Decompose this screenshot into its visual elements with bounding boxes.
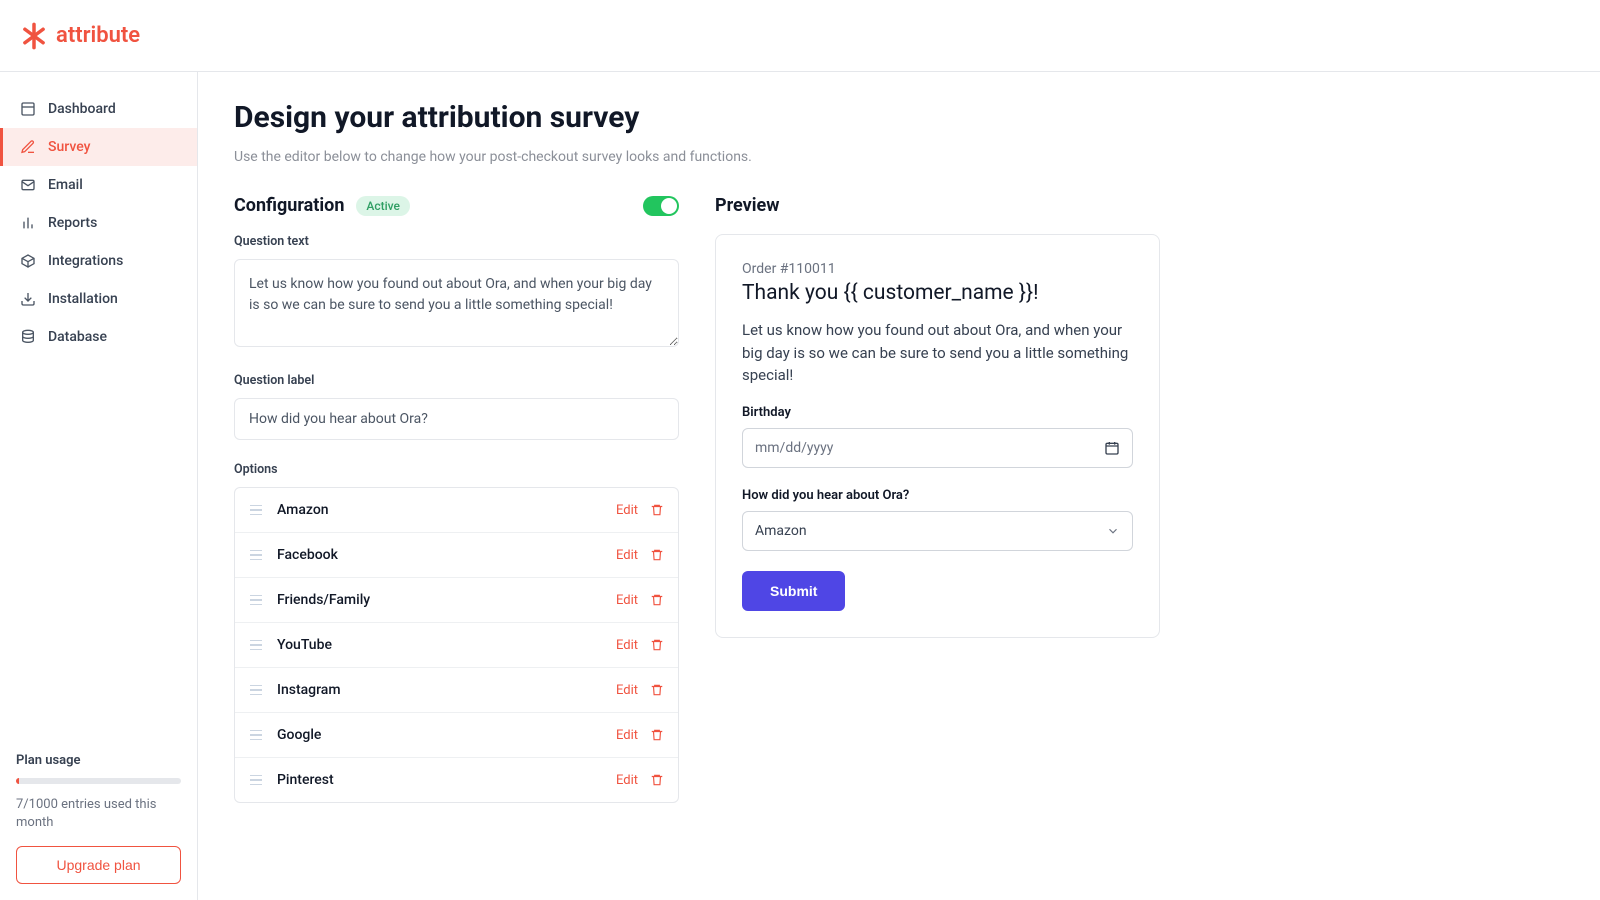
database-icon bbox=[20, 329, 36, 345]
submit-button[interactable]: Submit bbox=[742, 571, 845, 611]
status-badge: Active bbox=[356, 196, 410, 216]
plan-usage-title: Plan usage bbox=[16, 753, 181, 768]
sidebar-item-email[interactable]: Email bbox=[0, 166, 197, 204]
sidebar-item-label: Dashboard bbox=[48, 101, 116, 117]
sidebar-item-survey[interactable]: Survey bbox=[0, 128, 197, 166]
trash-icon[interactable] bbox=[650, 728, 664, 742]
order-number: Order #110011 bbox=[742, 261, 1133, 277]
option-row: GoogleEdit bbox=[235, 713, 678, 758]
page-title: Design your attribution survey bbox=[234, 100, 1564, 135]
thank-you-text: Thank you {{ customer_name }}! bbox=[742, 281, 1133, 305]
sidebar-item-installation[interactable]: Installation bbox=[0, 280, 197, 318]
sidebar-item-label: Installation bbox=[48, 291, 118, 307]
option-row: AmazonEdit bbox=[235, 488, 678, 533]
topbar: attribute bbox=[0, 0, 1600, 72]
edit-option-link[interactable]: Edit bbox=[616, 503, 638, 518]
sidebar-item-label: Email bbox=[48, 177, 83, 193]
option-name: Amazon bbox=[277, 502, 616, 518]
brand-logo[interactable]: attribute bbox=[20, 22, 140, 50]
option-row: FacebookEdit bbox=[235, 533, 678, 578]
option-name: Facebook bbox=[277, 547, 616, 563]
sidebar: Dashboard Survey Email Reports Integrati bbox=[0, 72, 198, 900]
select-value: Amazon bbox=[755, 523, 807, 539]
box-icon bbox=[20, 253, 36, 269]
birthday-label: Birthday bbox=[742, 405, 1133, 420]
nav: Dashboard Survey Email Reports Integrati bbox=[0, 90, 197, 737]
plan-usage: Plan usage 7/1000 entries used this mont… bbox=[0, 737, 197, 900]
option-name: Instagram bbox=[277, 682, 616, 698]
bar-chart-icon bbox=[20, 215, 36, 231]
upgrade-plan-button[interactable]: Upgrade plan bbox=[16, 846, 181, 884]
plan-usage-text: 7/1000 entries used this month bbox=[16, 796, 181, 832]
question-text-input[interactable] bbox=[234, 259, 679, 347]
trash-icon[interactable] bbox=[650, 638, 664, 652]
option-row: PinterestEdit bbox=[235, 758, 678, 802]
date-placeholder: mm/dd/yyyy bbox=[755, 440, 833, 456]
trash-icon[interactable] bbox=[650, 773, 664, 787]
drag-handle-icon[interactable] bbox=[249, 640, 263, 651]
drag-handle-icon[interactable] bbox=[249, 685, 263, 696]
question-text-label: Question text bbox=[234, 234, 679, 249]
edit-option-link[interactable]: Edit bbox=[616, 638, 638, 653]
preview-panel: Preview Order #110011 Thank you {{ custo… bbox=[715, 195, 1160, 638]
configuration-panel: Configuration Active Question text Quest… bbox=[234, 195, 679, 803]
chevron-down-icon bbox=[1106, 524, 1120, 538]
option-row: Friends/FamilyEdit bbox=[235, 578, 678, 623]
edit-icon bbox=[20, 139, 36, 155]
question-label-input[interactable] bbox=[234, 398, 679, 440]
edit-option-link[interactable]: Edit bbox=[616, 728, 638, 743]
download-icon bbox=[20, 291, 36, 307]
option-name: Friends/Family bbox=[277, 592, 616, 608]
mail-icon bbox=[20, 177, 36, 193]
option-row: InstagramEdit bbox=[235, 668, 678, 713]
option-name: YouTube bbox=[277, 637, 616, 653]
edit-option-link[interactable]: Edit bbox=[616, 683, 638, 698]
question-label-label: Question label bbox=[234, 373, 679, 388]
plan-usage-fill bbox=[16, 778, 19, 784]
brand-name: attribute bbox=[56, 23, 140, 48]
drag-handle-icon[interactable] bbox=[249, 775, 263, 786]
trash-icon[interactable] bbox=[650, 503, 664, 517]
option-name: Google bbox=[277, 727, 616, 743]
sidebar-item-database[interactable]: Database bbox=[0, 318, 197, 356]
configuration-heading: Configuration bbox=[234, 195, 344, 216]
asterisk-icon bbox=[20, 22, 48, 50]
options-label: Options bbox=[234, 462, 679, 477]
edit-option-link[interactable]: Edit bbox=[616, 773, 638, 788]
main: Design your attribution survey Use the e… bbox=[198, 72, 1600, 900]
drag-handle-icon[interactable] bbox=[249, 550, 263, 561]
trash-icon[interactable] bbox=[650, 683, 664, 697]
page-subtitle: Use the editor below to change how your … bbox=[234, 149, 1564, 165]
sidebar-item-label: Reports bbox=[48, 215, 97, 231]
drag-handle-icon[interactable] bbox=[249, 505, 263, 516]
edit-option-link[interactable]: Edit bbox=[616, 548, 638, 563]
sidebar-item-label: Survey bbox=[48, 139, 90, 155]
drag-handle-icon[interactable] bbox=[249, 595, 263, 606]
attribution-select[interactable]: Amazon bbox=[742, 511, 1133, 551]
preview-heading: Preview bbox=[715, 195, 1160, 216]
sidebar-item-reports[interactable]: Reports bbox=[0, 204, 197, 242]
preview-body-text: Let us know how you found out about Ora,… bbox=[742, 319, 1133, 387]
option-row: YouTubeEdit bbox=[235, 623, 678, 668]
drag-handle-icon[interactable] bbox=[249, 730, 263, 741]
sidebar-item-integrations[interactable]: Integrations bbox=[0, 242, 197, 280]
trash-icon[interactable] bbox=[650, 593, 664, 607]
preview-card: Order #110011 Thank you {{ customer_name… bbox=[715, 234, 1160, 638]
sidebar-item-label: Integrations bbox=[48, 253, 123, 269]
active-toggle[interactable] bbox=[643, 196, 679, 216]
options-list: AmazonEditFacebookEditFriends/FamilyEdit… bbox=[234, 487, 679, 803]
select-label: How did you hear about Ora? bbox=[742, 488, 1133, 503]
calendar-icon bbox=[1104, 440, 1120, 456]
option-name: Pinterest bbox=[277, 772, 616, 788]
edit-option-link[interactable]: Edit bbox=[616, 593, 638, 608]
sidebar-item-label: Database bbox=[48, 329, 107, 345]
plan-usage-bar bbox=[16, 778, 181, 784]
layout-icon bbox=[20, 101, 36, 117]
sidebar-item-dashboard[interactable]: Dashboard bbox=[0, 90, 197, 128]
birthday-input[interactable]: mm/dd/yyyy bbox=[742, 428, 1133, 468]
trash-icon[interactable] bbox=[650, 548, 664, 562]
